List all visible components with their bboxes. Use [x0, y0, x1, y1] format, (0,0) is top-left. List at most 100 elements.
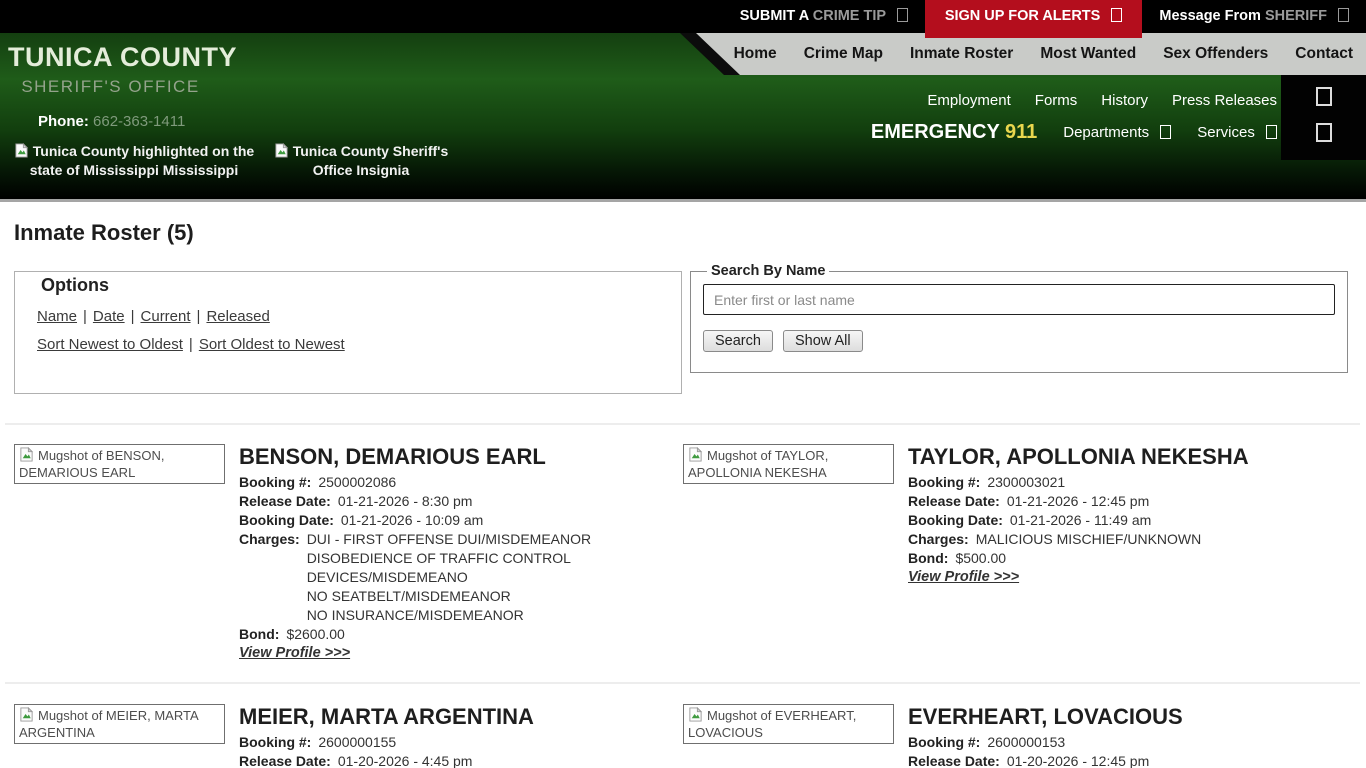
- filter-current-link[interactable]: Current: [141, 308, 191, 325]
- release-date-label: Release Date:: [908, 492, 1000, 511]
- booking-date-label: Booking Date:: [908, 511, 1003, 530]
- nav-item-forms[interactable]: Forms: [1035, 92, 1078, 109]
- search-button-row: Search Show All: [703, 330, 1335, 352]
- sign-up-for-alerts-button[interactable]: SIGN UP FOR ALERTS: [925, 0, 1143, 38]
- departments-dropdown[interactable]: Departments: [1063, 124, 1171, 141]
- bond-label: Bond:: [908, 549, 948, 568]
- insignia-broken-image: Tunica County Sheriff's Office Insignia: [268, 142, 454, 180]
- search-legend: Search By Name: [707, 263, 829, 279]
- filter-date-link[interactable]: Date: [93, 308, 125, 325]
- charges-label: Charges:: [908, 530, 969, 549]
- site-title: TUNICA COUNTY: [8, 42, 237, 73]
- booking-no-value: 2500002086: [318, 473, 396, 492]
- secondary-navigation: Employment Forms History Press Releases: [927, 92, 1277, 109]
- inmate-roster-page: SUBMIT A CRIME TIP SIGN UP FOR ALERTS Me…: [0, 0, 1366, 768]
- name-search-input[interactable]: [703, 284, 1335, 315]
- nav-item-crime-map[interactable]: Crime Map: [804, 45, 883, 63]
- alerts-icon: [1111, 8, 1122, 22]
- booking-no-value: 2600000153: [987, 733, 1065, 752]
- broken-image-icon: [14, 143, 29, 158]
- options-heading: Options: [41, 275, 681, 296]
- submit-crime-tip-suffix: CRIME TIP: [813, 8, 886, 24]
- main-navigation: Home Crime Map Inmate Roster Most Wanted…: [666, 33, 1366, 75]
- sort-links: Sort Newest to Oldest | Sort Oldest to New…: [37, 336, 345, 353]
- nav-item-home[interactable]: Home: [734, 45, 777, 63]
- mugshot-alt-text: Mugshot of BENSON, DEMARIOUS EARL: [19, 448, 164, 480]
- separator: |: [131, 308, 135, 325]
- main-nav-band: Home Crime Map Inmate Roster Most Wanted…: [666, 33, 1366, 75]
- insignia-alt-text: Tunica County Sheriff's Office Insignia: [293, 143, 449, 178]
- charges-label: Charges:: [239, 530, 300, 625]
- services-label: Services: [1197, 124, 1255, 141]
- mugshot-alt-text: Mugshot of EVERHEART, LOVACIOUS: [688, 708, 856, 740]
- message-prefix: Message From: [1159, 8, 1261, 24]
- broken-image-icon: [688, 447, 703, 462]
- page-title: Inmate Roster (5): [14, 220, 194, 246]
- submit-crime-tip-button[interactable]: SUBMIT A CRIME TIP: [723, 0, 925, 33]
- booking-date-value: 01-21-2026 - 10:09 am: [341, 511, 483, 530]
- mugshot-placeholder: Mugshot of EVERHEART, LOVACIOUS: [683, 704, 894, 744]
- mugshot-placeholder: Mugshot of TAYLOR, APOLLONIA NEKESHA: [683, 444, 894, 484]
- release-date-label: Release Date:: [239, 752, 331, 768]
- filter-name-link[interactable]: Name: [37, 308, 77, 325]
- filter-links: Name|Date|Current|Released: [37, 308, 270, 325]
- sheriff-message-icon: [1338, 8, 1349, 22]
- sort-oldest-link[interactable]: Sort Oldest to Newest: [199, 336, 345, 353]
- chevron-down-icon: [1160, 125, 1171, 139]
- show-all-button[interactable]: Show All: [783, 330, 863, 352]
- services-dropdown[interactable]: Services: [1197, 124, 1277, 141]
- separator: |: [189, 336, 193, 353]
- sort-newest-link[interactable]: Sort Newest to Oldest: [37, 336, 183, 353]
- site-subtitle: SHERIFF'S OFFICE: [8, 77, 213, 97]
- inmate-card-taylor: Mugshot of TAYLOR, APOLLONIA NEKESHA TAY…: [683, 444, 1355, 586]
- nav-item-contact[interactable]: Contact: [1295, 45, 1353, 63]
- phone-label: Phone:: [38, 113, 89, 130]
- nav-item-employment[interactable]: Employment: [927, 92, 1010, 109]
- row-divider: [5, 682, 1360, 684]
- crime-tip-icon: [897, 8, 908, 22]
- row-divider: [5, 423, 1360, 425]
- bond-label: Bond:: [239, 625, 279, 644]
- submit-crime-tip-prefix: SUBMIT A: [740, 8, 809, 24]
- county-map-broken-image: Tunica County highlighted on the state o…: [6, 142, 262, 180]
- nav-item-inmate-roster[interactable]: Inmate Roster: [910, 45, 1013, 63]
- booking-date-value: 01-21-2026 - 11:49 am: [1010, 511, 1151, 530]
- mugshot-placeholder: Mugshot of BENSON, DEMARIOUS EARL: [14, 444, 225, 484]
- release-date-value: 01-20-2026 - 4:45 pm: [338, 752, 473, 768]
- nav-item-most-wanted[interactable]: Most Wanted: [1040, 45, 1136, 63]
- nav-item-history[interactable]: History: [1101, 92, 1148, 109]
- bond-value: $2600.00: [286, 625, 344, 644]
- broken-image-icon: [274, 143, 289, 158]
- message-from-sheriff-button[interactable]: Message From SHERIFF: [1142, 0, 1366, 33]
- filter-released-link[interactable]: Released: [206, 308, 269, 325]
- nav-item-sex-offenders[interactable]: Sex Offenders: [1163, 45, 1268, 63]
- nav-item-press-releases[interactable]: Press Releases: [1172, 92, 1277, 109]
- top-utility-bar: SUBMIT A CRIME TIP SIGN UP FOR ALERTS Me…: [0, 0, 1366, 33]
- inmate-name: BENSON, DEMARIOUS EARL: [239, 444, 591, 470]
- social-icon-2[interactable]: [1316, 123, 1332, 142]
- phone-line: Phone: 662-363-1411: [38, 113, 185, 130]
- county-map-alt-text: Tunica County highlighted on the state o…: [30, 143, 254, 178]
- search-button[interactable]: Search: [703, 330, 773, 352]
- booking-no-label: Booking #:: [239, 733, 311, 752]
- charges-value: MALICIOUS MISCHIEF/UNKNOWN: [976, 530, 1202, 549]
- booking-no-label: Booking #:: [908, 733, 980, 752]
- inmate-details: TAYLOR, APOLLONIA NEKESHA Booking #:2300…: [908, 444, 1249, 586]
- separator: |: [197, 308, 201, 325]
- view-profile-link[interactable]: View Profile >>>: [908, 569, 1019, 585]
- inmate-details: MEIER, MARTA ARGENTINA Booking #:2600000…: [239, 704, 534, 768]
- social-icon-1[interactable]: [1316, 87, 1332, 106]
- inmate-name: EVERHEART, LOVACIOUS: [908, 704, 1183, 730]
- inmate-card-everheart: Mugshot of EVERHEART, LOVACIOUS EVERHEAR…: [683, 704, 1355, 768]
- broken-image-icon: [19, 447, 34, 462]
- emergency-911: EMERGENCY 911: [871, 121, 1037, 144]
- inmate-name: TAYLOR, APOLLONIA NEKESHA: [908, 444, 1249, 470]
- broken-image-icon: [19, 707, 34, 722]
- search-by-name-panel: Search By Name Search Show All: [690, 263, 1348, 373]
- emergency-row: EMERGENCY 911 Departments Services: [871, 121, 1277, 144]
- inmate-details: BENSON, DEMARIOUS EARL Booking #:2500002…: [239, 444, 591, 662]
- social-icons-panel: [1281, 75, 1366, 160]
- view-profile-link[interactable]: View Profile >>>: [239, 645, 350, 661]
- release-date-value: 01-21-2026 - 12:45 pm: [1007, 492, 1149, 511]
- inmate-card-meier: Mugshot of MEIER, MARTA ARGENTINA MEIER,…: [14, 704, 676, 768]
